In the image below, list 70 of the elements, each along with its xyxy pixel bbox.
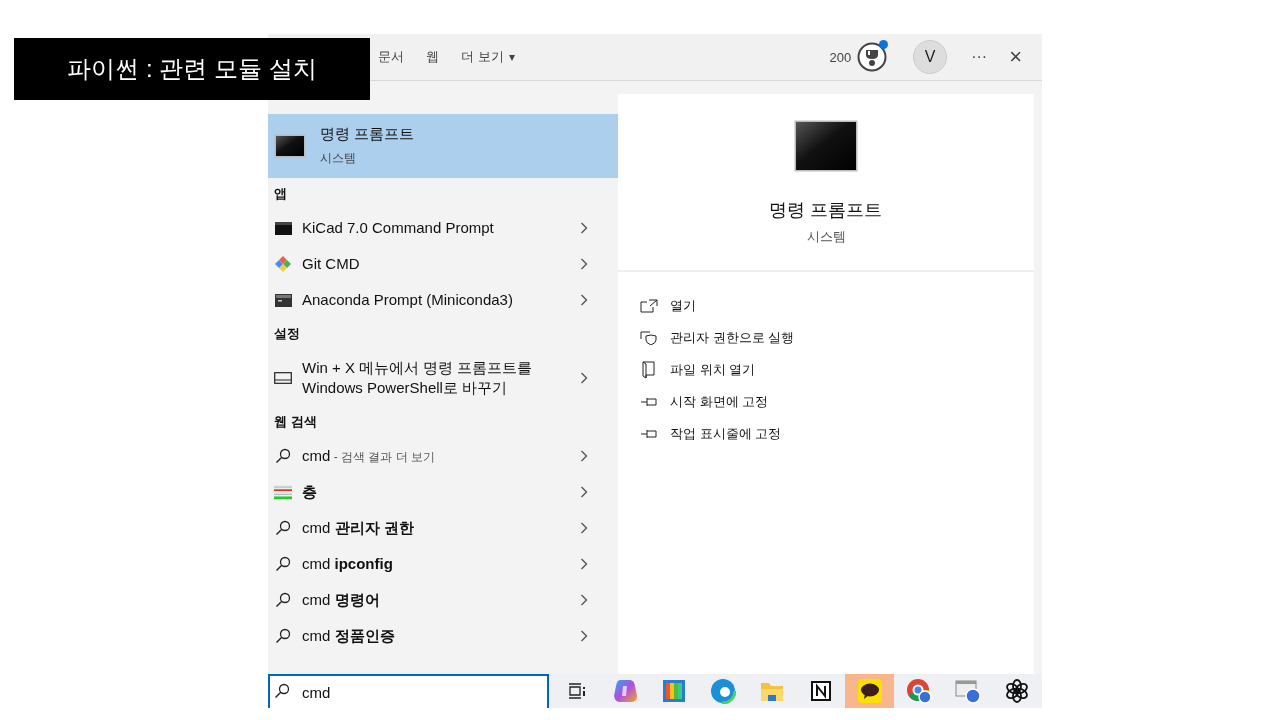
search-icon [275, 628, 291, 644]
section-heading: 설정 [273, 325, 301, 343]
windows-stack-icon [954, 678, 981, 704]
section-heading: 앱 [273, 185, 288, 203]
terminal-icon [274, 134, 306, 158]
section-heading: 웹 검색 [273, 413, 318, 431]
chevron-right-icon [580, 450, 588, 462]
chevron-right-icon [580, 222, 588, 234]
display-icon [274, 372, 292, 384]
result-item[interactable]: 층 [268, 474, 618, 510]
file-icon [640, 361, 658, 379]
result-item[interactable]: Git CMD [268, 246, 618, 282]
chevron-right-icon [580, 522, 588, 534]
open-icon [640, 299, 658, 313]
slide-title: 파이썬 : 관련 모듈 설치 [67, 54, 317, 84]
diamond-icon [274, 255, 292, 273]
terminal-icon [794, 120, 858, 172]
chevron-right-icon [580, 630, 588, 642]
striped-icon [274, 484, 292, 500]
action-item[interactable]: 파일 위치 열기 [640, 354, 1034, 386]
app-type: 시스템 [806, 228, 846, 246]
best-match-item[interactable]: 명령 프롬프트 시스템 [268, 114, 618, 178]
result-item[interactable]: cmd - 검색 결과 더 보기 [268, 438, 618, 474]
taskbar-button[interactable] [845, 674, 894, 708]
wave-circle-icon [709, 678, 736, 704]
chevron-right-icon [580, 294, 588, 306]
search-icon [275, 556, 291, 572]
result-item[interactable]: cmd 명령어 [268, 582, 618, 618]
chevron-right-icon [580, 372, 588, 384]
tab[interactable]: 더 보기 ▾ [451, 42, 525, 72]
close-button[interactable]: × [1007, 46, 1024, 68]
points-count: 200 [829, 49, 852, 65]
app-title: 명령 프롬프트 [769, 199, 883, 222]
result-item[interactable]: Win + X 메뉴에서 명령 프롬프트를 Windows PowerShell로 바꾸기 [268, 350, 618, 406]
more-button[interactable]: ··· [969, 48, 990, 66]
chevron-right-icon [580, 558, 588, 570]
color-bars-icon [661, 679, 686, 703]
pin-icon [640, 428, 658, 440]
result-item[interactable]: KiCad 7.0 Command Prompt [268, 210, 618, 246]
result-item[interactable]: cmd ipconfig [268, 546, 618, 582]
chevron-right-icon [580, 258, 588, 270]
shield-icon [640, 331, 658, 345]
tab[interactable]: 웹 [416, 42, 449, 72]
search-icon [274, 683, 290, 699]
action-item[interactable]: 작업 표시줄에 고정 [640, 418, 1034, 450]
knot-icon [1003, 678, 1030, 704]
result-item[interactable]: cmd 관리자 권한 [268, 510, 618, 546]
search-icon [275, 592, 291, 608]
action-item[interactable]: 열기 [640, 290, 1034, 322]
chevron-right-icon [580, 486, 588, 498]
chevron-right-icon [580, 594, 588, 606]
result-item[interactable]: Anaconda Prompt (Miniconda3) [268, 282, 618, 318]
chat-bubble-icon [857, 679, 882, 703]
browser-icon [905, 678, 932, 704]
search-icon [275, 448, 291, 464]
folder-icon [759, 680, 784, 702]
swirl-icon [611, 678, 638, 704]
notebook-icon [809, 680, 832, 702]
tab[interactable]: 문서 [368, 42, 414, 72]
pin-icon [640, 396, 658, 408]
search-field[interactable]: cmd [268, 674, 549, 708]
trophy-icon [857, 42, 888, 72]
terminal-icon [274, 221, 292, 235]
notification-dot [879, 40, 889, 49]
action-item[interactable]: 시작 화면에 고정 [640, 386, 1034, 418]
result-item[interactable]: cmd 정품인증 [268, 618, 618, 654]
action-item[interactable]: 관리자 권한으로 실행 [640, 322, 1034, 354]
search-icon [275, 520, 291, 536]
avatar-button[interactable]: V [913, 40, 948, 74]
terminal-icon [274, 293, 292, 307]
